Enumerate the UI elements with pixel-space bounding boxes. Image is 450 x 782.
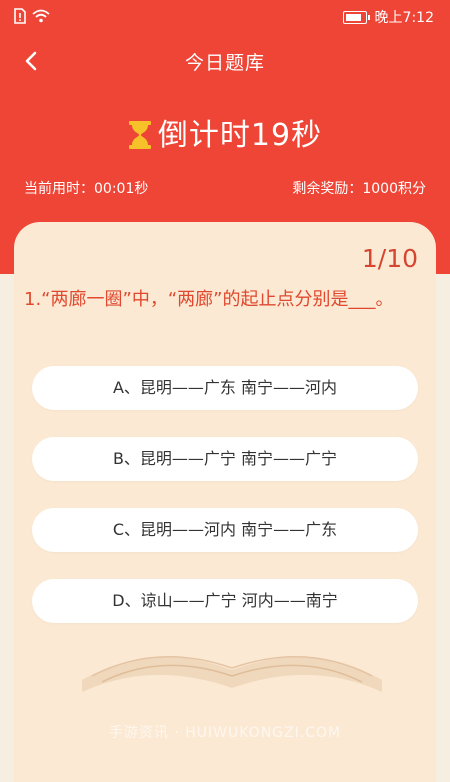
status-icons-right: 晚上7:12 xyxy=(342,7,434,27)
question-card: 1/10 1.“两廊一圈”中，“两廊”的起止点分别是___。 A、昆明——广东 … xyxy=(14,222,436,782)
option-d[interactable]: D、谅山——广宁 河内——南宁 xyxy=(32,579,418,623)
option-b[interactable]: B、昆明——广宁 南宁——广宁 xyxy=(32,437,418,481)
elapsed-time: 当前用时：00:01秒 xyxy=(24,181,149,197)
sim-alert-icon xyxy=(14,8,26,24)
wifi-icon xyxy=(32,9,50,23)
option-a[interactable]: A、昆明——广东 南宁——河内 xyxy=(32,366,418,410)
status-time: 晚上7:12 xyxy=(374,10,434,26)
hourglass-icon xyxy=(128,121,151,149)
countdown-timer: 倒计时19秒 xyxy=(0,110,450,154)
countdown-label: 倒计时19秒 xyxy=(157,118,323,153)
battery-icon xyxy=(342,10,370,24)
status-bar: 晚上7:12 xyxy=(0,0,450,34)
status-icons-left xyxy=(14,8,50,24)
watermark-text: 手游资讯 · HUIWUKONGZI.COM xyxy=(108,725,342,741)
open-book-illustration xyxy=(82,656,382,692)
remaining-reward: 剩余奖励：1000积分 xyxy=(292,181,426,197)
option-c[interactable]: C、昆明——河内 南宁——广东 xyxy=(32,508,418,552)
question-progress: 1/10 xyxy=(361,244,418,273)
battery-level xyxy=(345,13,361,21)
question-text: 1.“两廊一圈”中，“两廊”的起止点分别是___。 xyxy=(24,289,394,310)
page-title: 今日题库 xyxy=(184,52,265,74)
